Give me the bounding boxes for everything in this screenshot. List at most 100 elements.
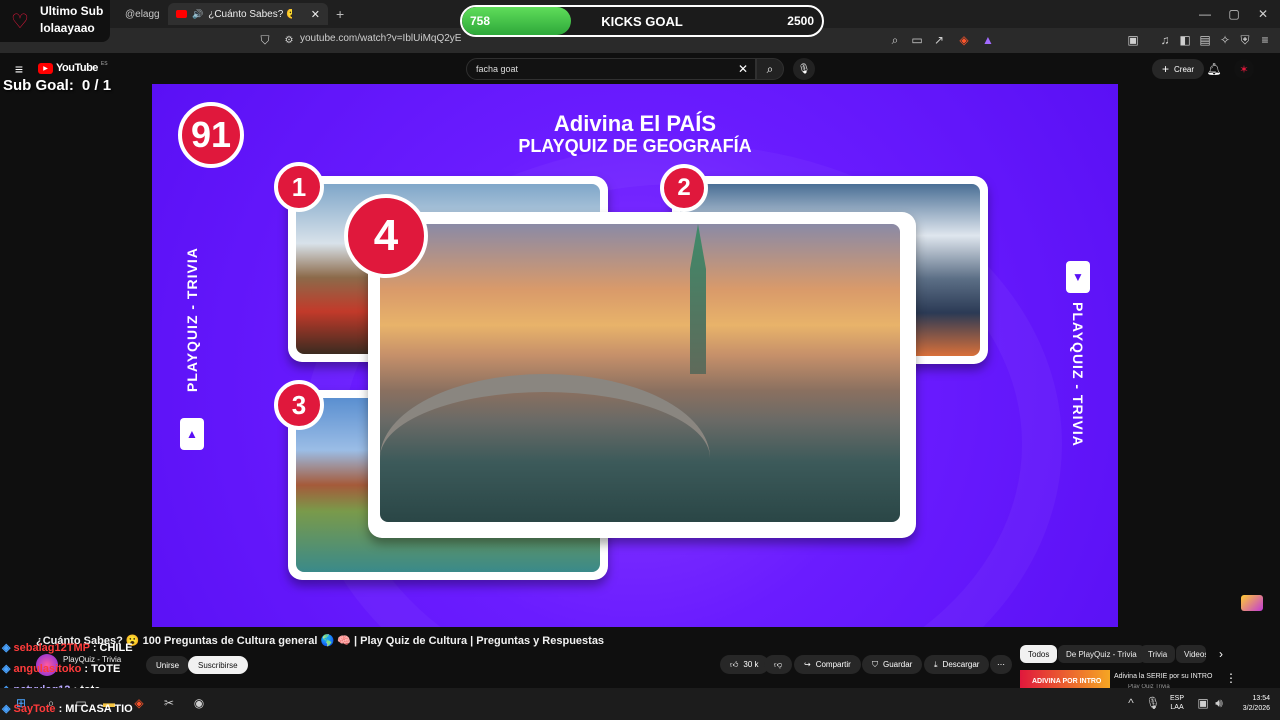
- card-4-number: 4: [344, 194, 428, 278]
- card-4-photo: [380, 224, 900, 522]
- menu-icon[interactable]: ≡: [1256, 31, 1274, 49]
- language-indicator[interactable]: ESP LAA: [1170, 694, 1184, 712]
- like-count: 30 k: [743, 660, 759, 669]
- tab-close-icon[interactable]: ✕: [311, 8, 320, 21]
- quiz-card-4: [368, 212, 916, 538]
- download-icon: ⤓: [934, 659, 938, 669]
- related-thumbnail[interactable]: ADIVINA POR INTRO: [1020, 670, 1110, 688]
- video-title-line2: PLAYQUIZ DE GEOGRAFÍA: [518, 136, 752, 156]
- chat-message: ◈ angulasitoko : TOTE: [2, 663, 121, 675]
- related-thumbnail-text: ADIVINA POR INTRO: [1032, 678, 1102, 685]
- save-label: Guardar: [883, 660, 913, 669]
- card-1-number: 1: [274, 162, 324, 212]
- tray-chevron-icon[interactable]: ^: [1122, 694, 1140, 712]
- capcut-icon[interactable]: ✂: [160, 694, 178, 712]
- account-avatar[interactable]: ✶: [1234, 59, 1254, 79]
- channel-watermark-icon: [1241, 595, 1263, 611]
- heart-icon: ♡: [11, 11, 29, 33]
- chat-text: TOTE: [91, 663, 121, 675]
- dislike-button[interactable]: 👎︎: [764, 655, 793, 674]
- card-2-number: 2: [660, 164, 708, 212]
- youtube-play-icon: ▶: [38, 62, 53, 74]
- share-button[interactable]: ↪ Compartir: [794, 655, 861, 674]
- minimize-icon[interactable]: —: [1196, 5, 1214, 23]
- last-sub-banner: ♡ Ultimo Sub lolaayaao: [0, 0, 110, 42]
- related-title[interactable]: Adivina la SERIE por su INTRO: [1114, 673, 1212, 680]
- chevron-right-icon[interactable]: ›: [1212, 645, 1230, 663]
- wallet-icon[interactable]: ▤: [1196, 31, 1214, 49]
- chat-text: MI CASA TIO: [65, 703, 133, 715]
- share-page-icon[interactable]: ↗: [930, 31, 948, 49]
- country-code: ES: [100, 61, 108, 67]
- microphone-icon: 🎙: [797, 63, 811, 75]
- chat-user: angulasitoko: [13, 663, 82, 675]
- card-3-number: 3: [274, 380, 324, 430]
- chat-text: CHILE: [99, 642, 133, 654]
- tab-elagg[interactable]: @elagg: [112, 3, 166, 25]
- bridge-arch: [380, 374, 710, 522]
- vpn-icon[interactable]: ⛨: [1236, 31, 1254, 49]
- like-button[interactable]: 👍︎ 30 k: [720, 655, 769, 674]
- save-button[interactable]: ⛉ Guardar: [862, 655, 923, 674]
- voice-search-button[interactable]: 🎙: [793, 58, 815, 80]
- volume-icon[interactable]: 🔊︎: [1210, 694, 1228, 712]
- join-button[interactable]: Unirse: [146, 656, 190, 674]
- clock-date: 3/2/2026: [1242, 705, 1270, 712]
- hamburger-menu-icon[interactable]: ≡: [10, 60, 28, 78]
- chip-all[interactable]: Todos: [1020, 645, 1058, 663]
- maximize-icon[interactable]: ▢: [1225, 5, 1243, 23]
- chip-channel[interactable]: De PlayQuiz - Trivia: [1058, 645, 1145, 663]
- url-field[interactable]: youtube.com/watch?v=IblUiMqQ2yE: [300, 33, 461, 44]
- site-info-icon[interactable]: ⚙: [280, 31, 298, 49]
- create-label: Crear: [1174, 64, 1195, 74]
- language-code: ESP: [1170, 695, 1185, 702]
- subscribe-button[interactable]: Suscribirse: [188, 656, 248, 674]
- video-player[interactable]: 91 Adivina El PAÍS PLAYQUIZ DE GEOGRAFÍA…: [152, 84, 1118, 627]
- more-actions-icon[interactable]: ⋯: [990, 655, 1012, 674]
- clear-search-icon[interactable]: ✕: [734, 60, 752, 78]
- close-icon[interactable]: ✕: [1254, 5, 1272, 23]
- tab-youtube-video[interactable]: 🔊 ¿Cuánto Sabes? 😮 100 Preg ✕: [168, 3, 328, 25]
- system-clock[interactable]: 13:54 3/2/2026: [1228, 694, 1270, 714]
- bookmark-icon[interactable]: ⛉: [256, 31, 274, 49]
- side-label-left: PLAYQUIZ - TRIVIA: [184, 247, 200, 392]
- youtube-logo[interactable]: ▶ YouTube ES: [38, 61, 108, 74]
- kicks-target: 2500: [787, 14, 814, 28]
- youtube-logo-text: YouTube: [56, 62, 98, 74]
- download-button[interactable]: ⤓ Descargar: [924, 655, 990, 674]
- plus-icon: +: [1162, 62, 1170, 76]
- sub-goal: Sub Goal: 0 / 1: [3, 77, 111, 94]
- share-label: Compartir: [815, 660, 851, 669]
- search-icon: ⌕: [766, 61, 774, 76]
- create-button[interactable]: + Crear: [1152, 59, 1205, 79]
- chat-badge-icon: ◈: [2, 663, 11, 675]
- thumbs-down-icon: 👎︎: [774, 659, 783, 669]
- chat-user: SayTote: [13, 703, 56, 715]
- new-tab-button[interactable]: +: [336, 6, 344, 22]
- notifications-bell-icon[interactable]: 🔔︎: [1205, 60, 1223, 78]
- sidebar-toggle-icon[interactable]: ▣: [1124, 31, 1142, 49]
- chat-badge-icon: ◈: [2, 642, 11, 654]
- cast-icon[interactable]: ▭: [908, 31, 926, 49]
- panel-icon[interactable]: ◧: [1176, 31, 1194, 49]
- side-label-right: PLAYQUIZ - TRIVIA: [1070, 302, 1086, 447]
- chat-user: sebalag12TMP: [13, 642, 90, 654]
- media-icon[interactable]: ♫: [1156, 31, 1174, 49]
- obs-icon[interactable]: ◉: [190, 694, 208, 712]
- kicks-goal-label: KICKS GOAL: [601, 14, 683, 29]
- brave-shield-icon[interactable]: ◈: [955, 31, 973, 49]
- sub-goal-value: 0 / 1: [81, 77, 112, 94]
- last-sub-label: Ultimo Sub: [40, 4, 104, 18]
- rewards-icon[interactable]: ▲: [979, 31, 997, 49]
- related-more-icon[interactable]: ⋮: [1222, 669, 1240, 687]
- last-sub-name: lolaayaao: [40, 21, 95, 35]
- search-input[interactable]: facha goat: [466, 58, 756, 80]
- share-icon: ↪: [804, 660, 811, 669]
- tray-mic-icon[interactable]: 🎙: [1144, 694, 1162, 712]
- chip-trivia[interactable]: Trivia: [1140, 645, 1176, 663]
- chip-videos[interactable]: Videos: [1176, 645, 1206, 663]
- leo-icon[interactable]: ✧: [1216, 31, 1234, 49]
- youtube-favicon-icon: [176, 10, 187, 18]
- kicks-goal-bar: 758 KICKS GOAL 2500: [460, 5, 824, 37]
- zoom-icon[interactable]: ⌕: [886, 31, 904, 49]
